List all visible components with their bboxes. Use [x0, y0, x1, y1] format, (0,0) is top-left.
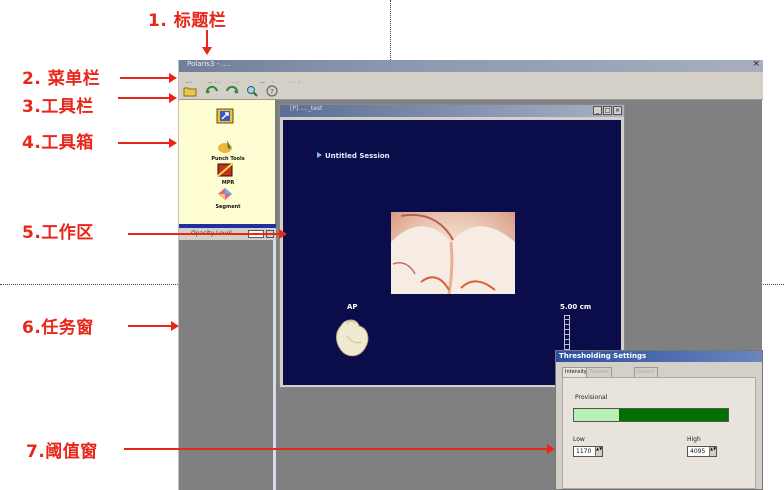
maximize-icon[interactable]: □	[603, 106, 612, 115]
arrow-menu-bar	[120, 73, 177, 83]
low-label: Low	[573, 436, 585, 443]
volume-rendering	[391, 213, 515, 294]
arrow-task-pane	[128, 321, 179, 331]
arrow-toolbar	[118, 93, 177, 103]
work-window-titlebar: [P]....._test _ □ ×	[280, 105, 624, 117]
spinner-arrows-icon[interactable]: ▲▼	[595, 447, 602, 456]
close-icon[interactable]: ×	[613, 106, 622, 115]
annotation-threshold-window: 7.阈值窗	[26, 442, 98, 462]
pointer-icon[interactable]	[216, 108, 234, 124]
annotation-toolbox: 4.工具箱	[22, 133, 94, 153]
tab-gallery[interactable]: Gallery	[634, 367, 658, 377]
arrow-work-area	[128, 229, 287, 239]
window-title: Polaris3 - ....	[187, 60, 231, 68]
low-value-spinner[interactable]: 1170 ▲▼	[573, 446, 603, 457]
close-icon[interactable]: ×	[752, 59, 760, 69]
rendered-volume-image	[391, 212, 515, 294]
left-panel-edge	[273, 240, 276, 490]
high-value: 4095	[690, 448, 706, 455]
application-window: Polaris3 - .... × File Edit View Tools H…	[178, 59, 763, 490]
high-value-spinner[interactable]: 4095 ▲▼	[687, 446, 717, 457]
svg-text:?: ?	[270, 88, 274, 96]
3d-viewport[interactable]: Untitled Session AP 5.00 cm	[283, 120, 621, 385]
low-value: 1170	[576, 448, 592, 455]
scale-label: 5.00 cm	[560, 303, 592, 311]
arrow-title-bar	[202, 30, 212, 55]
annotation-title-bar: 1. 标题栏	[148, 11, 227, 31]
toolbar: ?	[179, 83, 763, 100]
threshold-panel: Provisional Low High 1170 ▲▼ 4095 ▲▼	[562, 377, 756, 489]
threshold-title: Thresholding Settings	[556, 351, 762, 362]
annotation-toolbar: 3.工具栏	[22, 97, 94, 117]
arrow-toolbox	[118, 138, 177, 148]
heart-orientation-icon[interactable]	[333, 316, 373, 360]
arrow-threshold-window	[124, 444, 555, 454]
open-folder-icon[interactable]	[183, 85, 197, 97]
rotate-left-icon[interactable]	[205, 85, 219, 97]
toolbox: Punch Tools MPR Segment Opacity Level	[179, 100, 276, 240]
threshold-range-bar[interactable]	[573, 408, 729, 422]
threshold-window: Thresholding Settings Intensity Transfer…	[555, 350, 763, 490]
annotation-work-area: 5.工作区	[22, 223, 94, 243]
mpr-icon[interactable]	[216, 162, 234, 178]
menu-bar: File Edit View Tools Help	[179, 72, 763, 89]
work-area-window: [P]....._test _ □ × Untitled Session AP …	[279, 104, 625, 388]
session-label: Untitled Session	[317, 152, 390, 160]
high-label: High	[687, 436, 701, 443]
range-bar-light-segment	[574, 409, 619, 421]
toolbox-label-segment: Segment	[215, 204, 241, 210]
segment-icon[interactable]	[216, 186, 234, 202]
annotation-menu-bar: 2. 菜单栏	[22, 69, 101, 89]
zoom-icon[interactable]	[245, 85, 259, 97]
title-bar: Polaris3 - .... ×	[179, 59, 763, 72]
annotation-task-pane: 6.任务窗	[22, 318, 94, 338]
minimize-icon[interactable]: _	[593, 106, 602, 115]
spinner-arrows-icon[interactable]: ▲▼	[709, 447, 716, 456]
provisional-label: Provisional	[575, 394, 608, 401]
session-label-text: Untitled Session	[325, 152, 390, 160]
orientation-label: AP	[347, 303, 358, 311]
annotated-screenshot: Polaris3 - .... × File Edit View Tools H…	[0, 0, 784, 490]
tab-transfer-function[interactable]: Transfer function	[586, 367, 613, 384]
punch-tools-icon[interactable]	[216, 138, 234, 154]
help-icon[interactable]: ?	[265, 85, 279, 97]
work-window-title: [P]....._test	[290, 105, 323, 112]
play-icon	[317, 152, 322, 158]
rotate-right-icon[interactable]	[225, 85, 239, 97]
